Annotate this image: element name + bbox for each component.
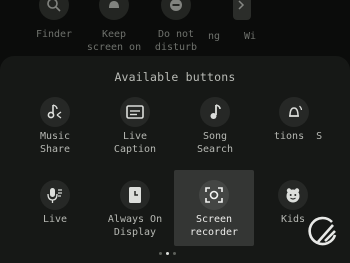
wifi-partial: Wi xyxy=(240,30,260,43)
music-share-button[interactable]: Music Share xyxy=(26,97,84,161)
clock-icon xyxy=(120,180,150,210)
dnd-label: Do not disturb xyxy=(154,29,198,53)
music-note-icon xyxy=(200,97,230,127)
quick-settings-row: Finder Keep screen on Do not disturb ng … xyxy=(0,0,350,54)
wifi-tile[interactable] xyxy=(224,0,260,22)
page-indicator xyxy=(159,252,176,255)
screen-recorder-button[interactable]: Screen recorder xyxy=(174,170,254,246)
exit-icon xyxy=(233,0,251,20)
dnd-icon xyxy=(161,0,191,20)
kids-face-icon xyxy=(278,180,308,210)
music-share-icon xyxy=(40,97,70,127)
bell-wave-icon xyxy=(279,97,309,127)
search-icon xyxy=(39,0,69,20)
live-transcribe-label: Live xyxy=(42,214,68,225)
always-on-display-label: Always On Display xyxy=(107,214,163,238)
panel-title: Available buttons xyxy=(114,70,236,84)
page-dot[interactable] xyxy=(159,252,162,255)
keep-screen-on-tile[interactable]: Keep screen on xyxy=(84,0,144,54)
page-dot-active[interactable] xyxy=(166,252,169,255)
wifi-partial-label: Wi xyxy=(243,31,257,42)
song-search-label: Song Search xyxy=(196,131,234,155)
dnd-tile[interactable]: Do not disturb xyxy=(146,0,206,54)
live-transcribe-button[interactable]: Live xyxy=(26,172,84,244)
screen-record-icon xyxy=(199,180,229,210)
screen-recorder-label: Screen recorder xyxy=(189,214,239,238)
partial-label: ng xyxy=(207,31,221,42)
bell-icon xyxy=(99,0,129,20)
live-caption-label: Live Caption xyxy=(113,131,157,155)
mic-icon xyxy=(40,180,70,210)
always-on-display-button[interactable]: Always On Display xyxy=(100,172,170,244)
caption-icon xyxy=(120,97,150,127)
notifications-label: tions S xyxy=(274,131,323,142)
page-dot[interactable] xyxy=(173,252,176,255)
partial-tile[interactable]: ng xyxy=(204,30,224,43)
finder-tile[interactable]: Finder xyxy=(22,0,86,41)
watermark-logo-icon xyxy=(308,216,337,246)
live-caption-button[interactable]: Live Caption xyxy=(106,97,164,161)
notifications-button[interactable]: tions S xyxy=(266,97,350,161)
finder-label: Finder xyxy=(35,29,73,40)
song-search-button[interactable]: Song Search xyxy=(186,97,244,161)
keep-screen-on-label: Keep screen on xyxy=(86,29,142,53)
music-share-label: Music Share xyxy=(39,131,71,155)
